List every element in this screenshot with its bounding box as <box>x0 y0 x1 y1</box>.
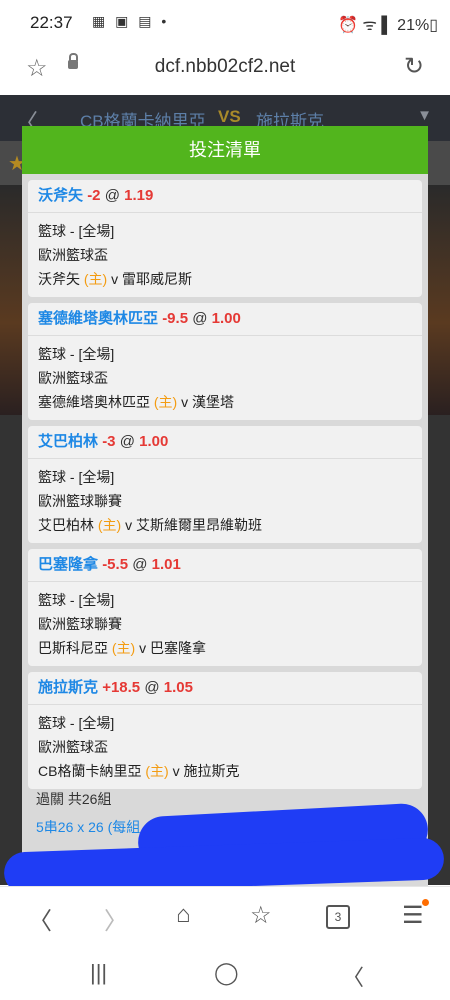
bet-card[interactable]: 艾巴柏林 -3 @ 1.00 籃球 - [全場] 歐洲籃球聯賽 艾巴柏林 (主)… <box>28 426 422 543</box>
bet-at: @ <box>144 679 160 696</box>
status-right-icons: ⏰ ᯤ ▌ 21%▯ <box>337 17 438 34</box>
bet-home-team: 巴斯科尼亞 <box>38 640 108 656</box>
bet-card[interactable]: 塞德維塔奧林匹亞 -9.5 @ 1.00 籃球 - [全場] 歐洲籃球盃 塞德維… <box>28 303 422 420</box>
bet-team: 巴塞隆拿 <box>38 556 99 573</box>
bet-odds: 1.19 <box>124 187 154 204</box>
home-tag: (主) <box>83 271 108 287</box>
bet-home-team: CB格蘭卡納里亞 <box>38 763 142 779</box>
bet-league: 歐洲籃球盃 <box>38 739 108 755</box>
forward-icon[interactable]: 〉 <box>104 901 128 936</box>
home-button-icon[interactable]: ◯ <box>214 960 239 986</box>
bet-match: 艾巴柏林 (主) v 艾斯維爾里昂維勒班 <box>38 513 412 537</box>
reload-icon[interactable]: ↻ <box>404 52 424 81</box>
bet-line: -2 <box>87 187 101 204</box>
bet-line: +18.5 <box>102 679 141 696</box>
browser-url-bar: ☆ dcf.nbb02cf2.net ↻ <box>0 48 450 95</box>
bet-sport: 籃球 - [全場] <box>38 223 115 239</box>
bet-versus: v 艾斯維爾里昂維勒班 <box>125 517 262 533</box>
bet-line: -5.5 <box>102 556 129 573</box>
bet-slip-title: 投注清單 <box>22 126 428 174</box>
bet-league: 歐洲籃球盃 <box>38 247 108 263</box>
bet-card[interactable]: 施拉斯克 +18.5 @ 1.05 籃球 - [全場] 歐洲籃球盃 CB格蘭卡納… <box>28 672 422 789</box>
bet-sport: 籃球 - [全場] <box>38 469 115 485</box>
bet-at: @ <box>132 556 148 573</box>
bet-at: @ <box>192 310 208 327</box>
bet-home-team: 沃斧矢 <box>38 271 80 287</box>
system-nav-bar: ||| ◯ 〈 <box>0 946 450 1000</box>
bet-card[interactable]: 巴塞隆拿 -5.5 @ 1.01 籃球 - [全場] 歐洲籃球聯賽 巴斯科尼亞 … <box>28 549 422 666</box>
bet-line: -3 <box>102 433 116 450</box>
bet-line: -9.5 <box>162 310 189 327</box>
home-icon[interactable]: ⌂ <box>176 901 191 929</box>
back-icon[interactable]: 〈 <box>28 901 52 936</box>
bet-team: 沃斧矢 <box>38 187 84 204</box>
bet-home-team: 塞德維塔奧林匹亞 <box>38 394 150 410</box>
notification-icons: ▦ ▣ ▤ • <box>92 13 170 29</box>
bet-home-team: 艾巴柏林 <box>38 517 94 533</box>
bet-at: @ <box>119 433 135 450</box>
bet-odds: 1.00 <box>139 433 169 450</box>
bet-versus: v 巴塞隆拿 <box>139 640 206 656</box>
bet-selection: 施拉斯克 +18.5 @ 1.05 <box>28 672 422 705</box>
browser-bottom-nav: 〈 〉 ⌂ ☆ 3 ☰ <box>0 886 450 947</box>
tabs-icon[interactable]: 3 <box>326 905 350 929</box>
bet-league: 歐洲籃球聯賽 <box>38 616 122 632</box>
bet-league: 歐洲籃球聯賽 <box>38 493 122 509</box>
bet-match: CB格蘭卡納里亞 (主) v 施拉斯克 <box>38 759 412 783</box>
bet-match: 塞德維塔奧林匹亞 (主) v 漢堡塔 <box>38 390 412 414</box>
url-text[interactable]: dcf.nbb02cf2.net <box>0 56 450 78</box>
match-vs: VS <box>218 107 241 126</box>
bet-team: 塞德維塔奧林匹亞 <box>38 310 159 327</box>
chevron-down-icon[interactable]: ▼ <box>417 107 432 124</box>
bet-slip-modal: 投注清單 沃斧矢 -2 @ 1.19 籃球 - [全場] 歐洲籃球盃 沃斧矢 (… <box>22 126 428 886</box>
status-time: 22:37 <box>30 13 73 32</box>
home-tag: (主) <box>153 394 178 410</box>
bet-selection: 巴塞隆拿 -5.5 @ 1.01 <box>28 549 422 582</box>
bet-selection: 塞德維塔奧林匹亞 -9.5 @ 1.00 <box>28 303 422 336</box>
bet-card[interactable]: 沃斧矢 -2 @ 1.19 籃球 - [全場] 歐洲籃球盃 沃斧矢 (主) v … <box>28 180 422 297</box>
bet-league: 歐洲籃球盃 <box>38 370 108 386</box>
bet-selection: 沃斧矢 -2 @ 1.19 <box>28 180 422 213</box>
bet-sport: 籃球 - [全場] <box>38 346 115 362</box>
home-tag: (主) <box>145 763 169 779</box>
recents-icon[interactable]: ||| <box>90 960 107 986</box>
menu-icon[interactable]: ☰ <box>402 901 424 930</box>
bet-team: 施拉斯克 <box>38 679 99 696</box>
bet-match: 沃斧矢 (主) v 雷耶威尼斯 <box>38 267 412 291</box>
bookmarks-icon[interactable]: ☆ <box>250 901 272 930</box>
home-tag: (主) <box>111 640 136 656</box>
bet-match: 巴斯科尼亞 (主) v 巴塞隆拿 <box>38 636 412 660</box>
bet-sport: 籃球 - [全場] <box>38 715 115 731</box>
bet-odds: 1.01 <box>151 556 181 573</box>
bet-team: 艾巴柏林 <box>38 433 99 450</box>
bet-odds: 1.00 <box>211 310 241 327</box>
bet-sport: 籃球 - [全場] <box>38 592 115 608</box>
bet-at: @ <box>104 187 120 204</box>
bet-selection: 艾巴柏林 -3 @ 1.00 <box>28 426 422 459</box>
bet-versus: v 雷耶威尼斯 <box>111 271 192 287</box>
bet-versus: v 漢堡塔 <box>181 394 234 410</box>
bet-versus: v 施拉斯克 <box>172 763 240 779</box>
notification-dot <box>422 899 429 906</box>
home-tag: (主) <box>97 517 122 533</box>
bet-odds: 1.05 <box>163 679 193 696</box>
system-back-icon[interactable]: 〈 <box>342 960 364 992</box>
status-bar: 22:37 ▦ ▣ ▤ • ⏰ ᯤ ▌ 21%▯ <box>0 0 450 48</box>
